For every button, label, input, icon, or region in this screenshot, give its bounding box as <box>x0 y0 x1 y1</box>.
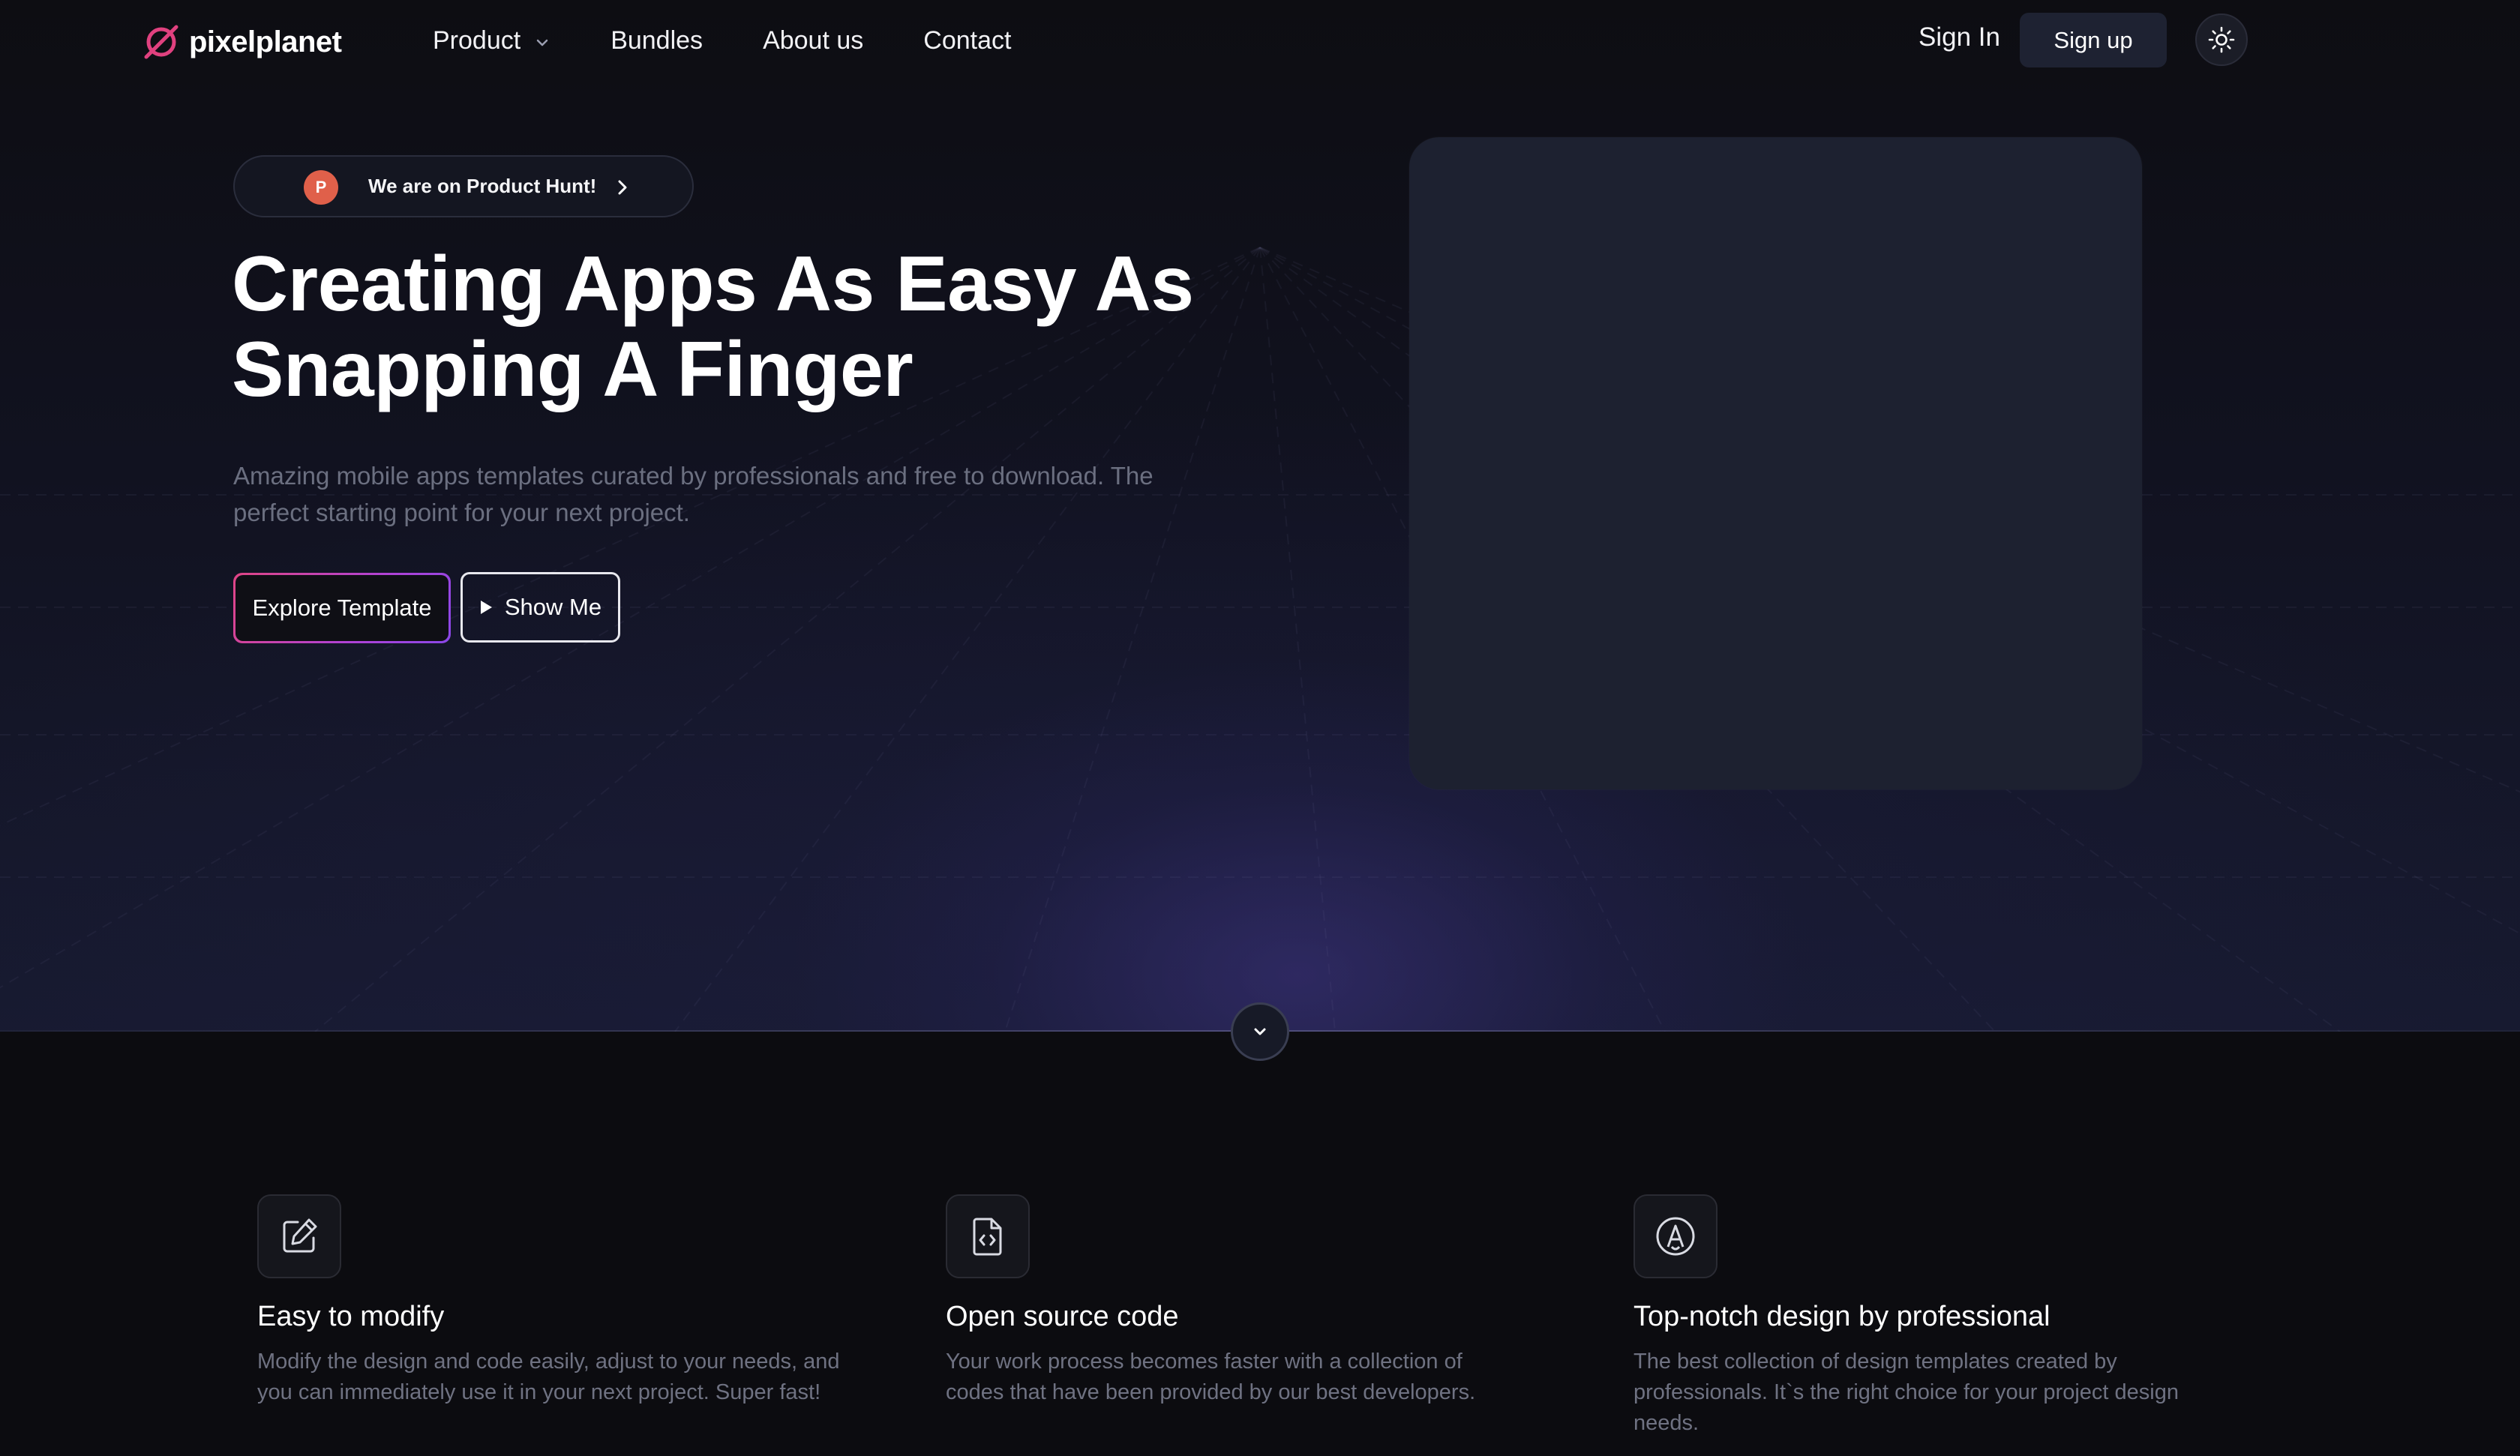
feature-icon-box <box>1634 1194 1718 1278</box>
brand-logo[interactable]: pixelplanet <box>142 22 342 61</box>
feature-icon-box <box>257 1194 341 1278</box>
feature-title: Easy to modify <box>257 1301 445 1332</box>
scroll-down-button[interactable] <box>1231 1002 1289 1061</box>
nav-item-label: Product <box>433 25 521 55</box>
feature-title: Top-notch design by professional <box>1634 1301 2050 1332</box>
feature-top-notch-design: Top-notch design by professional The bes… <box>1634 1194 2278 1439</box>
hero-subtitle: Amazing mobile apps templates curated by… <box>233 457 1283 531</box>
feature-description-line: needs. <box>1634 1411 1700 1435</box>
feature-open-source-code: Open source code Your work process becom… <box>946 1194 1591 1408</box>
feature-icon-box <box>946 1194 1030 1278</box>
chevron-right-icon <box>618 180 627 195</box>
explore-template-label: Explore Template <box>236 575 448 641</box>
product-hunt-text: We are on Product Hunt! <box>368 175 597 197</box>
feature-description-line: you can immediately use it in your next … <box>257 1380 821 1404</box>
sun-icon <box>2208 26 2235 53</box>
play-icon <box>480 601 492 614</box>
feature-description-line: Your work process becomes faster with a … <box>946 1350 1462 1374</box>
chevron-down-icon <box>1254 1028 1266 1035</box>
feature-description-line: Modify the design and code easily, adjus… <box>257 1350 840 1374</box>
feature-description: Your work process becomes faster with a … <box>946 1347 1583 1408</box>
code-file-icon <box>973 1218 1002 1256</box>
planet-logo-icon <box>144 25 178 59</box>
sign-in-link[interactable]: Sign In <box>1918 22 2000 52</box>
subtitle-line: Amazing mobile apps templates curated by… <box>233 462 1154 490</box>
theme-toggle-button[interactable] <box>2195 13 2248 66</box>
feature-description-line: professionals. It`s the right choice for… <box>1634 1380 2179 1404</box>
headline-line: Creating Apps As Easy As <box>232 241 1194 328</box>
product-hunt-badge: P <box>304 170 338 205</box>
feature-description-line: The best collection of design templates … <box>1634 1350 2117 1374</box>
landing-page: pixelplanet Product Bundles About us Con… <box>0 0 2520 1456</box>
brand-name: pixelplanet <box>189 25 342 58</box>
hero-preview-card <box>1409 137 2142 789</box>
chevron-down-icon <box>536 39 548 46</box>
feature-title: Open source code <box>946 1301 1179 1332</box>
product-hunt-banner[interactable]: P We are on Product Hunt! <box>233 155 694 217</box>
nav-item-bundles[interactable]: Bundles <box>610 26 703 55</box>
show-me-label: Show Me <box>504 594 602 620</box>
top-navigation: pixelplanet Product Bundles About us Con… <box>0 0 2520 82</box>
feature-easy-to-modify: Easy to modify Modify the design and cod… <box>257 1194 902 1408</box>
nav-item-label: Bundles <box>610 25 704 55</box>
feature-description: The best collection of design templates … <box>1634 1347 2271 1439</box>
nav-item-label: Contact <box>923 25 1012 55</box>
edit-icon <box>283 1218 317 1253</box>
nav-item-label: About us <box>763 25 864 55</box>
show-me-button[interactable]: Show Me <box>460 572 620 643</box>
explore-template-button[interactable]: Explore Template <box>233 573 451 643</box>
headline-line: Snapping A Finger <box>232 326 914 413</box>
nav-links: Product Bundles About us Contact <box>433 19 1071 61</box>
sign-up-button[interactable]: Sign up <box>2020 13 2167 67</box>
nav-item-contact[interactable]: Contact <box>923 26 1011 55</box>
hero-headline: Creating Apps As Easy As Snapping A Fing… <box>232 241 1282 412</box>
subtitle-line: perfect starting point for your next pro… <box>233 499 690 526</box>
design-pen-icon <box>1656 1217 1695 1256</box>
nav-item-about-us[interactable]: About us <box>763 26 863 55</box>
nav-item-product[interactable]: Product <box>433 26 550 55</box>
feature-description: Modify the design and code easily, adjus… <box>257 1347 895 1408</box>
feature-description-line: codes that have been provided by our bes… <box>946 1380 1476 1404</box>
